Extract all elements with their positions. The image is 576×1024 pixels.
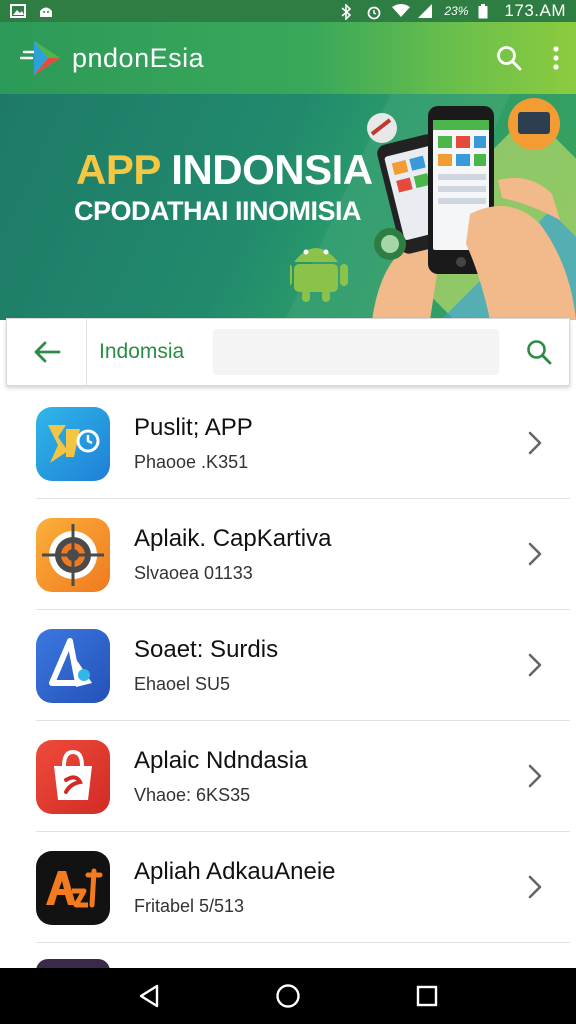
screen: 23% 173.AM pndonEsia APP INDONSIA CPODAT… [0, 0, 576, 1024]
wifi-icon [392, 4, 411, 18]
app-icon-target [36, 517, 110, 592]
nav-recents-button[interactable] [416, 985, 438, 1007]
chevron-right-icon [528, 542, 542, 566]
nav-back-button[interactable] [138, 984, 160, 1008]
gallery-notification-icon [10, 4, 26, 18]
app-bar: pndonEsia [0, 22, 576, 94]
app-actions [496, 45, 560, 71]
app-name: Apliah AdkauAneie [134, 858, 336, 885]
search-input[interactable] [213, 329, 499, 375]
app-name: Aplaic Ndndasia [134, 747, 308, 774]
app-icon-shopping-bag [36, 739, 110, 814]
app-title: pndonEsia [72, 42, 205, 73]
chevron-right-icon [528, 653, 542, 677]
item-text: Soaet: Surdis Ehaoel SU5 [134, 636, 278, 695]
nav-home-button[interactable] [275, 983, 301, 1009]
list-item[interactable]: Apliah AdkauAneie Fritabel 5/513 [0, 832, 576, 943]
bluetooth-icon [340, 3, 356, 21]
clock: 173.AM [504, 1, 566, 20]
item-text: Aplaic Ndndasia Vhaoe: 6KS35 [134, 747, 307, 806]
app-icon-soaet [36, 628, 110, 703]
item-text: Aplaik. CapKartiva Slvaoea 01133 [134, 525, 331, 584]
signal-icon [418, 4, 434, 18]
search-submit-button[interactable] [509, 318, 569, 386]
arrow-back-icon [34, 341, 60, 363]
status-bar: 23% 173.AM [0, 0, 576, 22]
search-icon[interactable] [496, 45, 522, 71]
app-name: Aplaik. CapKartiva [134, 525, 332, 552]
chevron-right-icon [528, 431, 542, 455]
app-name: Puslit; APP [134, 414, 253, 441]
banner-phones-illustration [290, 98, 576, 320]
app-icon-puslit [36, 406, 110, 481]
item-text: Apliah AdkauAneie Fritabel 5/513 [134, 858, 336, 917]
app-icon-adk [36, 850, 110, 925]
status-left [10, 4, 54, 18]
battery-percent: 23% [444, 4, 469, 18]
more-vert-icon[interactable] [552, 46, 560, 70]
app-list: Puslit; APP Phaooe .K351 Aplaik. CapKart… [0, 388, 576, 943]
battery-icon [478, 4, 494, 19]
app-subtitle: Fritabel 5/513 [134, 896, 245, 916]
list-item[interactable]: Aplaik. CapKartiva Slvaoea 01133 [0, 499, 576, 610]
android-notification-icon [38, 4, 54, 18]
app-subtitle: Phaooe .K351 [134, 452, 249, 472]
recents-square-icon [417, 985, 438, 1007]
play-store-logo[interactable] [19, 38, 64, 78]
search-query-label: Indomsia [99, 340, 185, 363]
app-subtitle: Slvaoea 01133 [134, 563, 253, 583]
back-triangle-icon [139, 984, 158, 1008]
item-text: Puslit; APP Phaooe .K351 [134, 414, 253, 473]
app-name: Soaet: Surdis [134, 636, 279, 663]
alarm-icon [366, 4, 382, 20]
banner-headline-highlight: APP [76, 146, 161, 193]
list-item[interactable]: Aplaic Ndndasia Vhaoe: 6KS35 [0, 721, 576, 832]
home-circle-icon [276, 984, 300, 1008]
chevron-right-icon [528, 875, 542, 899]
back-button[interactable] [7, 318, 87, 386]
app-subtitle: Ehaoel SU5 [134, 674, 231, 694]
app-subtitle: Vhaoe: 6KS35 [134, 785, 251, 805]
chevron-right-icon [528, 764, 542, 788]
search-card: Indomsia [6, 318, 570, 386]
status-right: 23% 173.AM [340, 1, 566, 21]
promo-banner[interactable]: APP INDONSIA CPODATHAI IINOMISIA [0, 94, 576, 320]
search-icon [527, 340, 552, 365]
list-item[interactable]: Soaet: Surdis Ehaoel SU5 [0, 610, 576, 721]
list-item[interactable]: Puslit; APP Phaooe .K351 [0, 388, 576, 499]
android-robot-icon [290, 248, 348, 302]
system-nav-bar [0, 968, 576, 1024]
